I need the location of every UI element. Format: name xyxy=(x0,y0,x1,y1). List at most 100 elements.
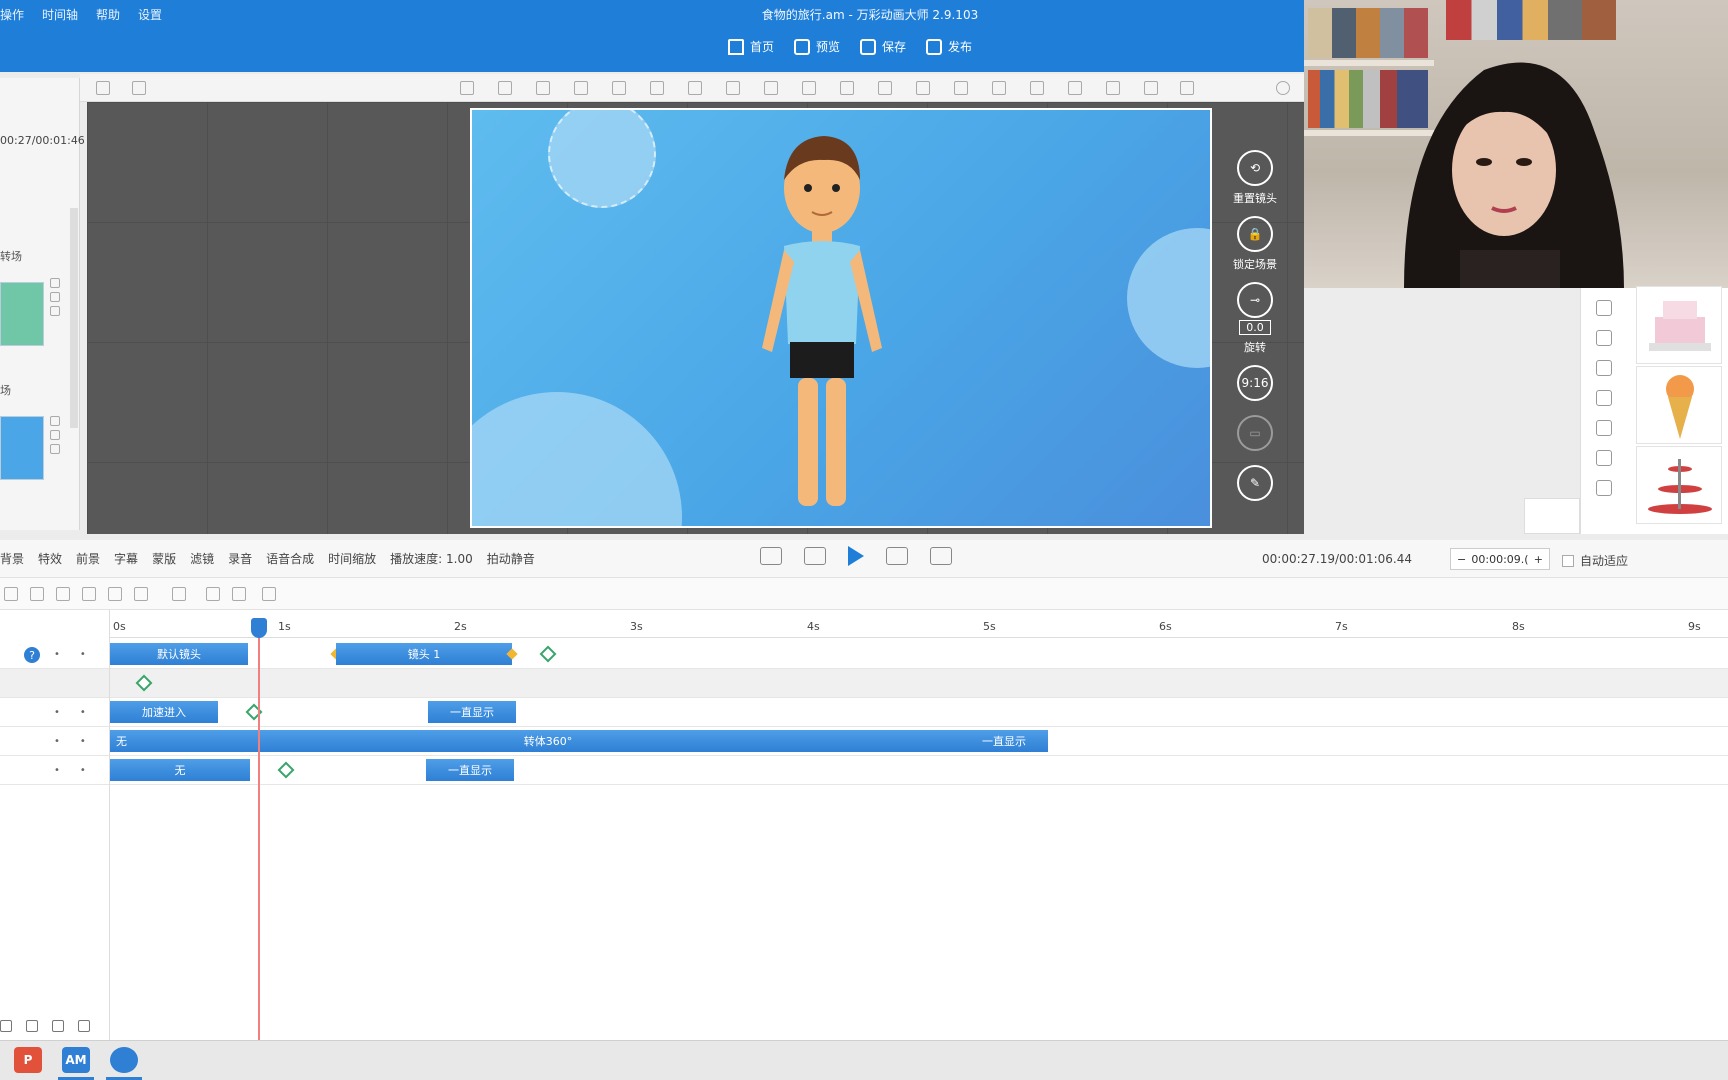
time-ruler[interactable]: 0s 1s 2s 3s 4s 5s 6s 7s 8s 9s xyxy=(110,610,1728,638)
layer-up-icon[interactable] xyxy=(536,81,550,95)
align-center-icon[interactable] xyxy=(878,81,892,95)
asset-dessert-stand[interactable] xyxy=(1636,446,1722,524)
clip-always-show[interactable]: 一直显示 xyxy=(960,730,1048,752)
menu-settings[interactable]: 设置 xyxy=(138,6,162,23)
save-asset-icon[interactable] xyxy=(1596,450,1612,466)
ratio-16-9-button[interactable]: ▭ xyxy=(1237,415,1273,451)
circle-decoration[interactable] xyxy=(548,110,656,208)
playback-speed-tool[interactable]: 播放速度: 1.00 xyxy=(390,550,473,567)
subtitle-tool[interactable]: 字幕 xyxy=(114,550,138,567)
scene-thumbnail-2[interactable] xyxy=(0,416,44,480)
go-start-button[interactable] xyxy=(760,547,782,565)
foreground-tool[interactable]: 前景 xyxy=(76,550,100,567)
clip-none[interactable]: 无 xyxy=(110,759,250,781)
time-step-stepper[interactable]: − 00:00:09.( + xyxy=(1450,548,1550,570)
speech-synthesis-tool[interactable]: 语音合成 xyxy=(266,550,314,567)
play-button[interactable] xyxy=(848,546,864,566)
layout-icon[interactable] xyxy=(96,81,110,95)
background-tool[interactable]: 背景 xyxy=(0,550,24,567)
layer-down-icon[interactable] xyxy=(574,81,588,95)
decrease-button[interactable]: − xyxy=(1457,553,1466,566)
home-button[interactable]: 首页 xyxy=(728,38,774,55)
save-button[interactable]: 保存 xyxy=(860,38,906,55)
spacing-icon[interactable] xyxy=(108,587,122,601)
time-scale-tool[interactable]: 时间缩放 xyxy=(328,550,376,567)
align-bottom-icon[interactable] xyxy=(1030,81,1044,95)
zoom-icon[interactable] xyxy=(1276,81,1290,95)
scene-settings-icon[interactable] xyxy=(50,306,60,316)
move-up-icon[interactable] xyxy=(0,1020,12,1032)
copy-scene-icon[interactable] xyxy=(50,278,60,288)
playhead[interactable] xyxy=(251,618,267,638)
delete-scene-icon[interactable] xyxy=(50,292,60,302)
clip-always-show[interactable]: 一直显示 xyxy=(426,759,514,781)
asset-cake[interactable] xyxy=(1636,286,1722,364)
copy-icon[interactable] xyxy=(460,81,474,95)
record-tool[interactable]: 录音 xyxy=(228,550,252,567)
row-toggles[interactable]: •• xyxy=(54,707,106,718)
scene-thumbnail-1[interactable] xyxy=(0,282,44,346)
add-keyframe[interactable] xyxy=(277,761,295,779)
align-left-icon[interactable] xyxy=(4,587,18,601)
taskbar-powerpoint[interactable]: P xyxy=(14,1047,42,1073)
publish-button[interactable]: 发布 xyxy=(926,38,972,55)
taskbar-animiz[interactable]: AM xyxy=(62,1047,90,1073)
go-end-button[interactable] xyxy=(930,547,952,565)
clip-camera-1[interactable]: 镜头 1 xyxy=(336,643,512,665)
ratio-9-16-button[interactable]: 9:16 xyxy=(1237,365,1273,401)
edit-button[interactable]: ✎ xyxy=(1237,465,1273,501)
effects-tool[interactable]: 特效 xyxy=(38,550,62,567)
crop-icon[interactable] xyxy=(726,81,740,95)
align-center-icon[interactable] xyxy=(30,587,44,601)
scene-scrollbar[interactable] xyxy=(70,208,78,428)
clip-default-camera[interactable]: 默认镜头 xyxy=(110,643,248,665)
align-middle-icon[interactable] xyxy=(992,81,1006,95)
mute-tool[interactable]: 拍动静音 xyxy=(487,550,535,567)
ungroup-icon[interactable] xyxy=(650,81,664,95)
mask-tool[interactable]: 蒙版 xyxy=(152,550,176,567)
scene-transition-label-1[interactable]: 转场 xyxy=(0,248,22,264)
scene-settings-icon[interactable] xyxy=(50,444,60,454)
auto-fit-checkbox[interactable] xyxy=(1562,554,1574,567)
tools-icon[interactable] xyxy=(1596,390,1612,406)
ungroup-icon[interactable] xyxy=(206,587,220,601)
clip-always-show[interactable]: 一直显示 xyxy=(428,701,516,723)
row-toggles[interactable]: •• xyxy=(54,649,106,660)
same-size-icon[interactable] xyxy=(1180,81,1194,95)
delete-track-icon[interactable] xyxy=(26,1020,38,1032)
step-value[interactable]: 00:00:09.( xyxy=(1471,553,1528,566)
paste-icon[interactable] xyxy=(498,81,512,95)
lock-element-icon[interactable] xyxy=(688,81,702,95)
rotate-value[interactable]: 0.0 xyxy=(1239,320,1271,335)
scene-transition-label-2[interactable]: 场 xyxy=(0,382,11,398)
add-icon[interactable] xyxy=(262,587,276,601)
minimap[interactable] xyxy=(1524,498,1580,534)
align-left-icon[interactable] xyxy=(840,81,854,95)
same-width-icon[interactable] xyxy=(1106,81,1120,95)
delete-scene-icon[interactable] xyxy=(50,430,60,440)
distribute-icon[interactable] xyxy=(1068,81,1082,95)
rotate-button[interactable]: ⊸ xyxy=(1237,282,1273,318)
align-right-icon[interactable] xyxy=(56,587,70,601)
visibility-icon[interactable] xyxy=(78,1020,90,1032)
row-toggles[interactable]: •• xyxy=(54,736,106,747)
help-icon[interactable]: ? xyxy=(24,647,40,663)
add-keyframe[interactable] xyxy=(539,645,557,663)
auto-fit[interactable]: 自动适应 xyxy=(1562,552,1628,569)
fit-icon[interactable] xyxy=(134,587,148,601)
image-icon[interactable] xyxy=(1596,360,1612,376)
step-forward-button[interactable] xyxy=(886,547,908,565)
preview-button[interactable]: 预览 xyxy=(794,38,840,55)
folder-icon[interactable] xyxy=(1596,420,1612,436)
stage-canvas[interactable] xyxy=(470,108,1212,528)
same-height-icon[interactable] xyxy=(1144,81,1158,95)
character-figure[interactable] xyxy=(732,128,912,528)
menu-help[interactable]: 帮助 xyxy=(96,6,120,23)
asset-ice-cream[interactable] xyxy=(1636,366,1722,444)
delete-icon[interactable] xyxy=(764,81,778,95)
lock-track-icon[interactable] xyxy=(52,1020,64,1032)
clip-none[interactable]: 无 xyxy=(110,730,136,752)
flip-icon[interactable] xyxy=(802,81,816,95)
distribute-icon[interactable] xyxy=(82,587,96,601)
filter-tool[interactable]: 滤镜 xyxy=(190,550,214,567)
